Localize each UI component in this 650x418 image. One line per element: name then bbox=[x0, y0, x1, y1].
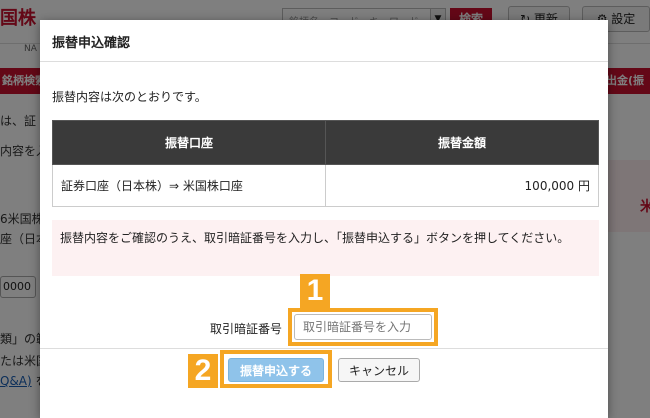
transfer-table: 振替口座 振替金額 証券口座（日本株）⇒ 米国株口座 100,000 円 bbox=[52, 120, 599, 207]
table-header-row: 振替口座 振替金額 bbox=[52, 120, 599, 165]
cell-account: 証券口座（日本株）⇒ 米国株口座 bbox=[52, 164, 326, 207]
cell-amount: 100,000 円 bbox=[325, 164, 599, 207]
dialog-title: 振替申込確認 bbox=[40, 20, 608, 62]
pin-input[interactable] bbox=[294, 314, 432, 340]
pin-label: 取引暗証番号 bbox=[210, 322, 283, 336]
cancel-button[interactable]: キャンセル bbox=[338, 358, 420, 382]
step-marker-2: 2 bbox=[188, 354, 218, 388]
intro-text: 振替内容は次のとおりです。 bbox=[52, 90, 207, 104]
footer-divider bbox=[40, 348, 608, 349]
notice-box: 振替内容をご確認のうえ、取引暗証番号を入力し、「振替申込する」ボタンを押してくだ… bbox=[52, 220, 599, 276]
step-marker-1: 1 bbox=[300, 274, 330, 308]
header-amount: 振替金額 bbox=[325, 120, 599, 165]
table-row: 証券口座（日本株）⇒ 米国株口座 100,000 円 bbox=[52, 164, 599, 207]
transfer-confirm-dialog: 振替申込確認 振替内容は次のとおりです。 振替口座 振替金額 証券口座（日本株）… bbox=[40, 20, 608, 418]
header-account: 振替口座 bbox=[52, 120, 326, 165]
submit-transfer-button[interactable]: 振替申込する bbox=[228, 358, 324, 382]
